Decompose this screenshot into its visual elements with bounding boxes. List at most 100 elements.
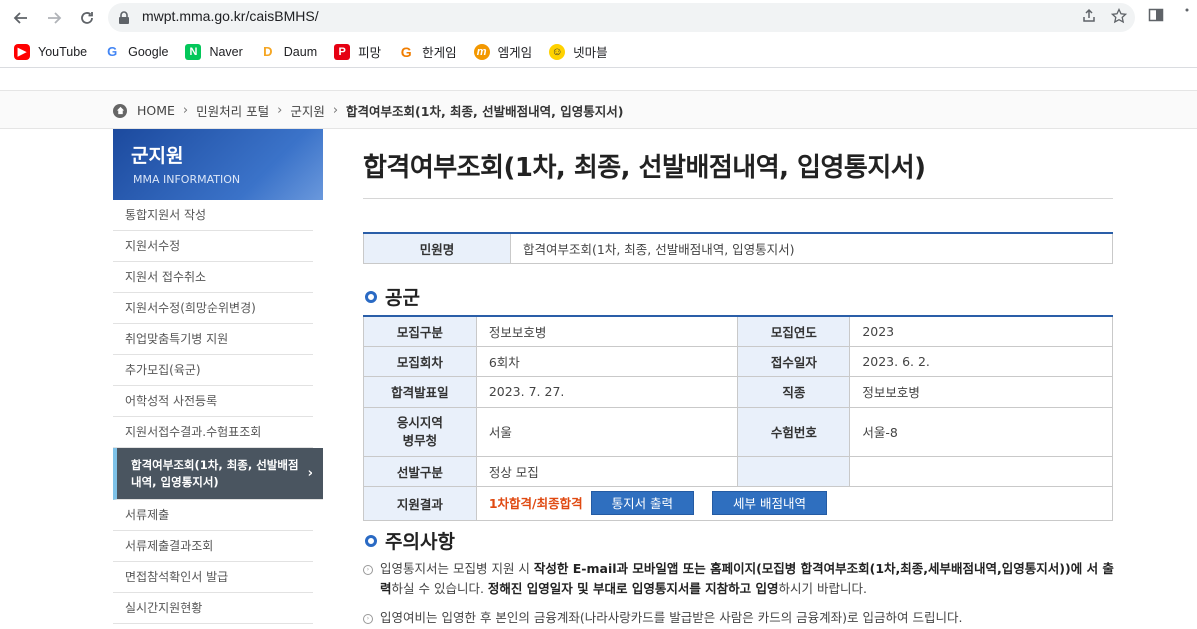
cell-label: 합격발표일 (363, 376, 477, 408)
bookmark-label: Google (128, 44, 169, 59)
naver-icon: N (185, 43, 202, 60)
cell-value: 정보보호병 (849, 376, 1113, 408)
breadcrumb-military[interactable]: 군지원 (290, 101, 325, 120)
bookmarks-bar: ▶ YouTube G Google N Naver D Daum P 피망 G… (0, 36, 1197, 68)
bookmark-label: Naver (209, 44, 243, 59)
sidebar-item[interactable]: 서류제출결과조회 (113, 531, 313, 562)
mgame-icon: m (473, 43, 490, 60)
cell-label: 수험번호 (737, 407, 851, 457)
netmarble-icon: ☺ (549, 43, 566, 60)
bookmark-mgame[interactable]: m 엠게임 (473, 42, 533, 61)
arrow-bullet-icon: › (363, 565, 373, 575)
cell-label: 지원결과 (363, 486, 477, 521)
print-notice-button[interactable]: 통지서 출력 (590, 491, 695, 515)
reload-icon[interactable] (76, 7, 98, 29)
sidebar-item[interactable]: 추가모집(육군) (113, 355, 313, 386)
sidebar-toggle-icon[interactable] (1148, 7, 1164, 23)
cell-value: 서울-8 (849, 407, 1113, 457)
list-item: › 입영여비는 입영한 후 본인의 금융계좌(나라사랑카드를 발급받은 사람은 … (363, 608, 1115, 628)
bookmark-netmarble[interactable]: ☺ 넷마블 (549, 42, 608, 61)
pmang-icon: P (334, 43, 351, 60)
home-icon[interactable] (113, 103, 127, 118)
chevron-right-icon: › (182, 103, 189, 118)
service-table: 민원명 합격여부조회(1차, 최종, 선발배점내역, 입영통지서) (363, 232, 1113, 264)
page-content: HOME › 민원처리 포털 › 군지원 › 합격여부조회(1차, 최종, 선발… (0, 69, 1197, 629)
arrow-bullet-icon: › (363, 614, 373, 624)
section-title: 주의사항 (385, 531, 455, 553)
sidebar-item[interactable]: 실시간지원현황 (113, 593, 313, 624)
section-air-force: 공군 (363, 283, 420, 310)
breadcrumb-current: 합격여부조회(1차, 최종, 선발배점내역, 입영통지서) (346, 104, 624, 119)
sidebar-subtitle: MMA INFORMATION (133, 173, 241, 186)
cell-label: 직종 (737, 376, 851, 408)
bookmark-daum[interactable]: D Daum (259, 43, 318, 60)
cell-value: 6회차 (476, 346, 739, 377)
cell-label: 모집연도 (737, 316, 851, 347)
sidebar-item[interactable]: 통합지원서 작성 (113, 200, 313, 231)
cell-label: 선발구분 (363, 456, 477, 487)
forward-icon[interactable] (43, 7, 65, 29)
sidebar-item[interactable]: 지원서 접수취소 (113, 262, 313, 293)
back-icon[interactable] (10, 7, 32, 29)
bookmark-label: Daum (283, 44, 318, 59)
note-part: 하시기 바랍니다. (778, 581, 867, 596)
bookmark-label: YouTube (38, 44, 88, 59)
chevron-right-icon: › (277, 103, 283, 118)
sidebar-header: 군지원 MMA INFORMATION (113, 129, 323, 200)
result-cell: 1차합격/최종합격 통지서 출력 세부 배점내역 (476, 486, 1114, 521)
bookmark-pmang[interactable]: P 피망 (334, 42, 381, 61)
section-bullet-icon (365, 534, 377, 547)
sidebar-item[interactable]: 취업맞춤특기병 지원 (113, 324, 313, 355)
sidebar-item[interactable]: 지원서접수결과.수험표조회 (113, 417, 313, 448)
section-bullet-icon (365, 290, 377, 303)
cell-label: 모집회차 (363, 346, 477, 377)
bookmark-label: 한게임 (422, 46, 457, 60)
note-text: 입영여비는 입영한 후 본인의 금융계좌(나라사랑카드를 발급받은 사람은 카드… (380, 610, 963, 625)
bookmark-label: 피망 (358, 46, 382, 60)
cell-empty (737, 456, 851, 487)
address-bar[interactable]: mwpt.mma.go.kr/caisBMHS/ (108, 3, 1135, 32)
cell-label: 접수일자 (737, 346, 851, 377)
cell-label: 응시지역 병무청 (363, 407, 477, 457)
lock-icon (118, 10, 130, 29)
browser-menu-icon[interactable] (1182, 7, 1192, 23)
bookmark-star-icon[interactable] (1110, 7, 1128, 28)
cell-empty (849, 456, 1113, 487)
note-emphasis: 정해진 입영일자 및 부대로 입영통지서를 지참하고 입영 (487, 581, 779, 596)
url-text: mwpt.mma.go.kr/caisBMHS/ (142, 8, 319, 24)
cell-value: 서울 (476, 407, 739, 457)
section-notice: 주의사항 (363, 527, 455, 554)
bookmark-naver[interactable]: N Naver (185, 43, 243, 60)
breadcrumb-home[interactable]: HOME (137, 103, 175, 118)
chevron-right-icon: › (307, 466, 313, 481)
result-table: 모집구분 정보보호병 모집연도 2023 모집회차 6회차 접수일자 2023.… (363, 315, 1114, 521)
sidebar-item-label: 합격여부조회(1차, 최종, 선발배점내역, 입영통지서) (131, 458, 299, 489)
bookmark-youtube[interactable]: ▶ YouTube (14, 43, 88, 60)
cell-value: 2023 (849, 316, 1113, 347)
share-icon[interactable] (1081, 8, 1097, 28)
bookmark-google[interactable]: G Google (104, 43, 169, 60)
note-part: 하실 수 있습니다. (391, 581, 488, 596)
cell-label-line: 병무청 (402, 432, 438, 448)
cell-value: 정보보호병 (476, 316, 739, 347)
sidebar-item[interactable]: 지원서수정(희망순위변경) (113, 293, 313, 324)
sidebar-item[interactable]: 서류제출 (113, 500, 313, 531)
sidebar-item[interactable]: 어학성적 사전등록 (113, 386, 313, 417)
bookmark-label: 엠게임 (497, 46, 533, 60)
sidebar-item[interactable]: 면접참석확인서 발급 (113, 562, 313, 593)
page-title: 합격여부조회(1차, 최종, 선발배점내역, 입영통지서) (363, 153, 926, 183)
cell-value: 2023. 7. 27. (476, 376, 739, 408)
bookmark-label: 넷마블 (573, 46, 608, 60)
score-detail-button[interactable]: 세부 배점내역 (712, 491, 828, 515)
sidebar-item-active[interactable]: 합격여부조회(1차, 최종, 선발배점내역, 입영통지서) › (113, 448, 323, 500)
cell-label: 모집구분 (363, 316, 477, 347)
bookmark-hangame[interactable]: G 한게임 (398, 42, 457, 61)
breadcrumb-bar: HOME › 민원처리 포털 › 군지원 › 합격여부조회(1차, 최종, 선발… (0, 90, 1197, 129)
result-text: 1차합격/최종합격 (488, 496, 583, 511)
sidebar-item[interactable]: 지원서수정 (113, 231, 313, 262)
cell-value: 정상 모집 (476, 456, 739, 487)
section-title: 공군 (385, 287, 420, 309)
breadcrumb-portal[interactable]: 민원처리 포털 (196, 101, 269, 120)
service-label: 민원명 (363, 233, 511, 264)
hangame-icon: G (398, 43, 415, 60)
